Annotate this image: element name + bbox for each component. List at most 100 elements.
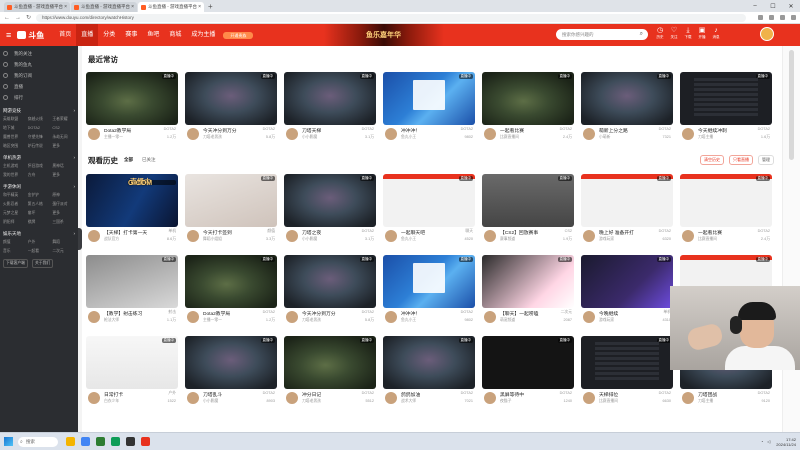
stream-card[interactable]: 直播中 刀塔之夜 小小影魔 DOTA2 3.1万 [284, 174, 376, 246]
streamer-name[interactable]: 游戏玩家 [599, 237, 614, 242]
stream-card[interactable]: 直播中 萌新上分之路 小萌新 DOTA2 7321 [581, 72, 673, 144]
close-tab-icon[interactable]: × [198, 4, 201, 10]
hamburger-menu-icon[interactable]: ≡ [6, 30, 11, 40]
streamer-avatar[interactable] [385, 128, 397, 140]
category-link[interactable]: 穿越火线 [28, 115, 51, 123]
streamer-name[interactable]: 舞蹈小姐姐 [203, 237, 222, 242]
category-link[interactable]: 怀旧游戏 [28, 162, 51, 170]
streamer-avatar[interactable] [187, 230, 199, 242]
stream-card[interactable]: 直播中 黑屏等待中 夜猫子 DOTA2 1240 [482, 336, 574, 408]
sidebar-section-title[interactable]: 单机热游 › [3, 153, 75, 162]
douyu-logo[interactable]: 斗鱼 [17, 30, 44, 41]
maximize-icon[interactable]: ☐ [764, 3, 782, 10]
stream-thumbnail[interactable]: 直播中 G-COM [86, 174, 178, 227]
stream-title[interactable]: 鸽鸽加油 [401, 391, 459, 398]
stream-title[interactable]: 一起看比赛 [500, 127, 558, 134]
stream-title[interactable]: 刀塔乱斗 [203, 391, 261, 398]
close-window-icon[interactable]: ✕ [782, 3, 800, 10]
close-tab-icon[interactable]: × [64, 4, 67, 10]
stream-thumbnail[interactable]: 直播中 [383, 336, 475, 389]
streamer-name[interactable]: 比赛直播间 [599, 399, 618, 404]
stream-card[interactable]: 直播中 晚上好 准备开打 游戏玩家 DOTA2 6320 [581, 174, 673, 246]
category-link[interactable]: 我的世界 [3, 171, 26, 179]
chrome-icon[interactable] [81, 437, 90, 446]
category-link[interactable]: 地下城 [3, 124, 26, 132]
stream-card[interactable]: 直播中 今天冲分到万分 刀塔老男孩 DOTA2 5.8万 [185, 72, 277, 144]
streamer-avatar[interactable] [583, 230, 595, 242]
nav-category[interactable]: 分类 [98, 24, 120, 46]
streamer-avatar[interactable] [286, 392, 298, 404]
streamer-avatar[interactable] [385, 311, 397, 323]
streamer-avatar[interactable] [484, 230, 496, 242]
category-link[interactable]: 第五人格 [28, 200, 51, 208]
stream-thumbnail[interactable]: 直播中 [581, 336, 673, 389]
category-link[interactable]: 元梦之星 [3, 209, 26, 217]
nav-home[interactable]: 首页 [54, 24, 76, 46]
stream-title[interactable]: 冲冲冲！ [401, 127, 459, 134]
stream-card[interactable]: 直播中 今天冲分到万分 刀塔老男孩 DOTA2 5.8万 [284, 255, 376, 327]
category-link[interactable]: 金铲铲 [28, 191, 51, 199]
sidebar-item-subscribe[interactable]: 我的订阅 [3, 70, 75, 81]
reload-icon[interactable]: ↻ [26, 14, 31, 21]
download-client-button[interactable]: 下载客户端 [3, 259, 28, 268]
streamer-avatar[interactable] [187, 392, 199, 404]
douyu-app-icon[interactable] [141, 437, 150, 446]
stream-card[interactable]: 直播中 今天继续冲刺 刀塔主播 DOTA2 1.6万 [680, 72, 772, 144]
wifi-icon[interactable]: ◔ [761, 439, 763, 444]
browser-tab[interactable]: 斗鱼直播 - 游戏直播平台 × [71, 2, 137, 12]
streamer-name[interactable]: 鱼丸小王 [401, 318, 416, 323]
stream-thumbnail[interactable]: 直播中 [383, 72, 475, 125]
stream-title[interactable]: 一起看比赛 [698, 229, 756, 236]
user-avatar[interactable] [760, 27, 774, 41]
stream-card[interactable]: 直播中 天梯排位 比赛直播间 DOTA2 6630 [581, 336, 673, 408]
stream-thumbnail[interactable]: 直播中 [581, 255, 673, 308]
streamer-avatar[interactable] [682, 128, 694, 140]
category-link[interactable]: 更多 [52, 142, 75, 150]
stream-thumbnail[interactable]: 直播中 [284, 72, 376, 125]
streamer-avatar[interactable] [88, 128, 100, 140]
stream-thumbnail[interactable]: 直播中 [680, 174, 772, 227]
category-link[interactable]: 音乐 [3, 247, 26, 255]
live-only-button[interactable]: 只看直播 [729, 155, 753, 165]
search-input[interactable]: 搜索你感兴趣的 ⌕ [556, 29, 648, 40]
stream-title[interactable]: 天梯排位 [599, 391, 657, 398]
category-link[interactable]: 阴阳师 [3, 218, 26, 226]
category-link[interactable]: 和平精英 [3, 191, 26, 199]
category-link[interactable]: 守望先锋 [28, 133, 51, 141]
page-scrollbar[interactable] [782, 46, 800, 432]
tab-all[interactable]: 全部 [124, 157, 133, 163]
stream-title[interactable]: 【教学】射击练习 [104, 310, 162, 317]
stream-thumbnail[interactable]: 直播中 [383, 255, 475, 308]
category-link[interactable]: 二次元 [52, 247, 75, 255]
stream-thumbnail[interactable]: 直播中 [680, 72, 772, 125]
category-link[interactable]: 更多 [52, 209, 75, 217]
sidebar-item-rank[interactable]: 排行 [3, 92, 75, 103]
app-icon[interactable] [111, 437, 120, 446]
category-link[interactable]: 一起看 [28, 247, 51, 255]
category-link[interactable]: 颜值 [3, 238, 26, 246]
stream-thumbnail[interactable]: 直播中 [86, 72, 178, 125]
scrollbar-thumb[interactable] [789, 50, 794, 160]
streamer-name[interactable]: 刀塔老男孩 [302, 399, 321, 404]
category-link[interactable]: 原神 [52, 191, 75, 199]
stream-thumbnail[interactable]: 直播中 [185, 72, 277, 125]
streamer-avatar[interactable] [385, 392, 397, 404]
stream-card[interactable]: 直播中 刀塔天梯 小小影魔 DOTA2 3.1万 [284, 72, 376, 144]
stream-thumbnail[interactable]: 直播中 [581, 72, 673, 125]
category-link[interactable]: 主机游戏 [3, 162, 26, 170]
category-link[interactable]: 永劫无间 [52, 133, 75, 141]
stream-card[interactable]: 直播中 日常打卡 白衣少年 户外 1522 [86, 336, 178, 408]
clear-history-button[interactable]: 清空历史 [700, 155, 724, 165]
streamer-avatar[interactable] [286, 128, 298, 140]
browser-tab-active[interactable]: 斗鱼直播 - 游戏直播平台 × [138, 2, 204, 12]
stream-title[interactable]: 今天冲分到万分 [302, 310, 360, 317]
streamer-name[interactable]: 主播一零一 [104, 135, 123, 140]
streamer-name[interactable]: 夜猫子 [500, 399, 511, 404]
stream-thumbnail[interactable]: 直播中 [482, 255, 574, 308]
stream-title[interactable]: 日常打卡 [104, 391, 162, 398]
nav-become-streamer[interactable]: 成为主播 [186, 24, 220, 46]
streamer-name[interactable]: 战术大师 [401, 399, 416, 404]
go-live-button[interactable]: ▣ 开播 [695, 26, 709, 40]
stream-thumbnail[interactable]: 直播中 [482, 72, 574, 125]
nav-live[interactable]: 直播 [76, 24, 99, 46]
